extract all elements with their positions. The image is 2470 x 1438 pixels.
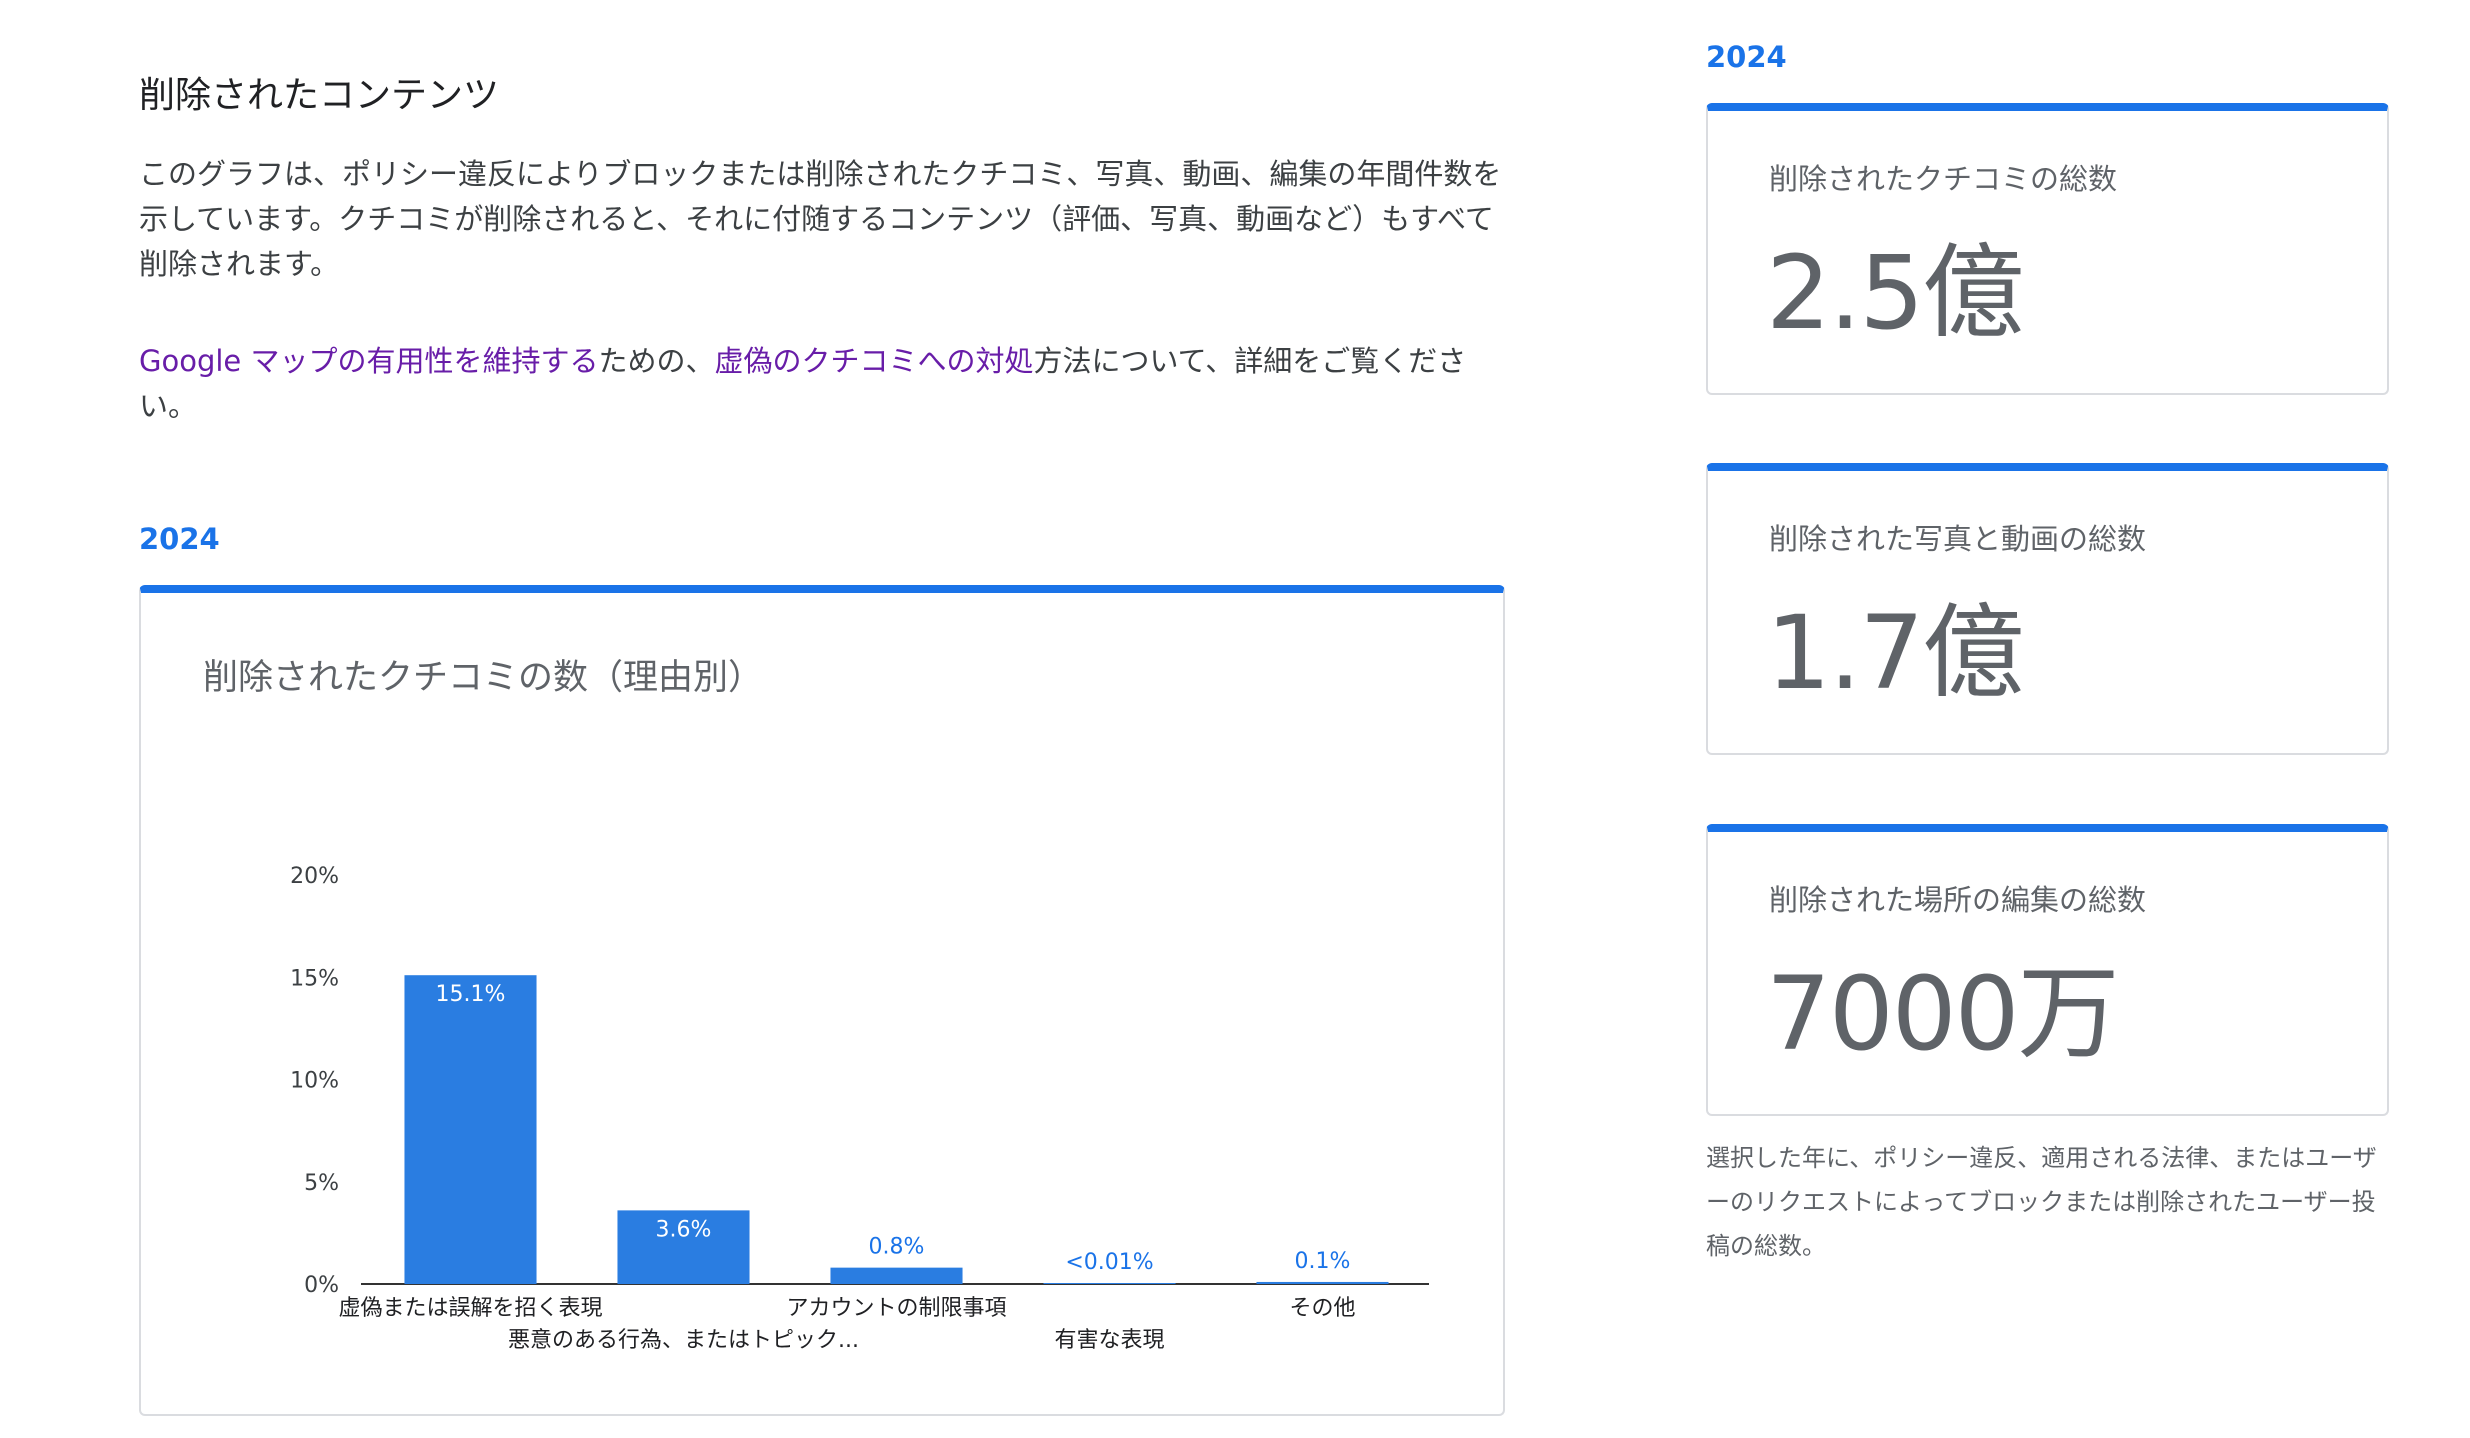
link-fake-reviews[interactable]: 虚偽のクチコミへの対処 — [715, 344, 1034, 378]
y-tick-label: 0% — [304, 1273, 339, 1298]
bar — [1043, 1283, 1176, 1284]
y-tick-label: 10% — [290, 1069, 339, 1094]
y-tick-label: 15% — [290, 966, 339, 991]
stats-footnote: 選択した年に、ポリシー違反、適用される法律、またはユーザーのリクエストによってブ… — [1706, 1144, 2377, 1260]
data-label: 0.8% — [869, 1235, 925, 1260]
bar — [404, 975, 537, 1284]
section-links-paragraph: Google マップの有用性を維持するための、虚偽のクチコミへの対処方法について… — [139, 339, 1504, 429]
x-category-label: 悪意のある行為、またはトピック... — [508, 1328, 859, 1353]
link-maps-helpfulness[interactable]: Google マップの有用性を維持する — [139, 344, 598, 378]
x-category-label: 虚偽または誤解を招く表現 — [338, 1296, 602, 1321]
section-description: このグラフは、ポリシー違反によりブロックまたは削除されたクチコミ、写真、動画、編… — [139, 157, 1502, 281]
content-section: 削除されたコンテンツ このグラフは、ポリシー違反によりブロックまたは削除されたク… — [139, 66, 1504, 429]
stat-card-place-edits: 削除された場所の編集の総数 7000万 — [1706, 824, 2389, 1116]
x-category-label: アカウントの制限事項 — [786, 1296, 1006, 1321]
y-tick-label: 5% — [304, 1171, 339, 1196]
x-category-label: 有害な表現 — [1054, 1328, 1164, 1353]
data-label: 0.1% — [1295, 1249, 1351, 1274]
stat-label-place-edits: 削除された場所の編集の総数 — [1769, 883, 2147, 917]
stat-label-photos-videos: 削除された写真と動画の総数 — [1769, 522, 2147, 556]
data-label: <0.01% — [1065, 1250, 1153, 1275]
stat-value-reviews: 2.5億 — [1766, 234, 2024, 353]
section-title: 削除されたコンテンツ — [139, 75, 500, 116]
data-label: 15.1% — [436, 982, 506, 1007]
bar — [830, 1267, 963, 1284]
data-label: 3.6% — [656, 1217, 712, 1242]
stat-card-reviews: 削除されたクチコミの総数 2.5億 — [1706, 103, 2389, 395]
links-text-1: ための、 — [598, 344, 715, 378]
stat-card-photos-videos: 削除された写真と動画の総数 1.7億 — [1706, 463, 2389, 755]
stat-value-place-edits: 7000万 — [1766, 955, 2120, 1074]
stat-value-photos-videos: 1.7億 — [1766, 594, 2024, 713]
bar — [1256, 1281, 1389, 1284]
chart-card: 削除されたクチコミの数（理由別） 0% 5% 10% 15% 20% 15.1% 虚偽または… — [139, 585, 1505, 1416]
stat-label-reviews: 削除されたクチコミの総数 — [1769, 162, 2118, 196]
y-tick-label: 20% — [290, 864, 339, 889]
year-label-left: 2024 — [139, 522, 220, 556]
x-category-label: その他 — [1289, 1296, 1355, 1321]
year-label-right: 2024 — [1706, 40, 1787, 74]
bar-chart: 0% 5% 10% 15% 20% 15.1% 虚偽または誤解を招く表現 3.6% 悪意のある行… — [290, 864, 1429, 1353]
